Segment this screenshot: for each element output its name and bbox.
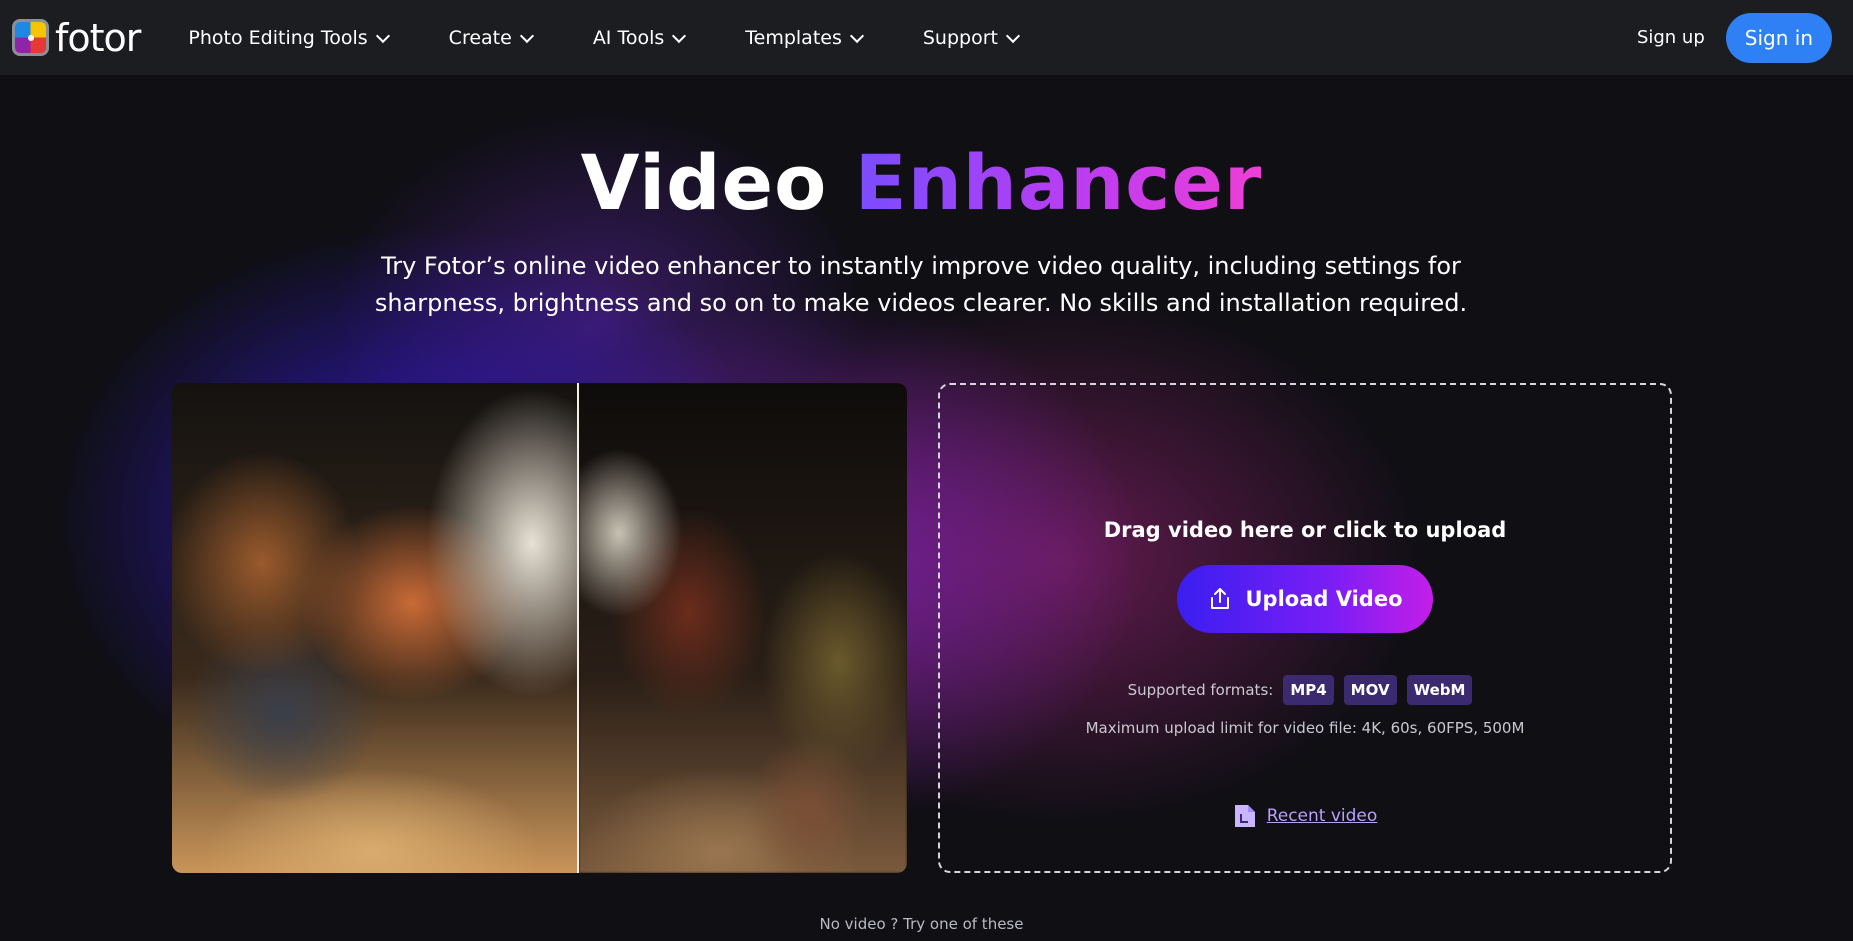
auth-actions: Sign up Sign in [1637, 12, 1832, 63]
upload-video-label: Upload Video [1245, 587, 1403, 611]
menu-label: Templates [745, 26, 842, 49]
upload-dropzone[interactable]: Drag video here or click to upload Uploa… [938, 383, 1672, 873]
fotor-logo[interactable]: fotor [12, 15, 141, 60]
format-badge-webm: WebM [1406, 675, 1473, 705]
upload-limit-text: Maximum upload limit for video file: 4K,… [1085, 719, 1525, 737]
top-navbar: fotor Photo Editing Tools Create AI Tool… [0, 0, 1853, 75]
menu-label: Photo Editing Tools [188, 26, 368, 49]
fotor-logo-icon [12, 19, 49, 56]
title-accent: Enhancer [854, 138, 1263, 227]
upload-icon [1211, 588, 1230, 609]
sign-in-button[interactable]: Sign in [1725, 12, 1832, 63]
before-after-preview[interactable] [172, 383, 907, 873]
sign-up-link[interactable]: Sign up [1637, 27, 1705, 48]
menu-support[interactable]: Support [922, 26, 1021, 49]
compare-slider-handle[interactable] [577, 383, 579, 873]
title-plain: Video [580, 138, 828, 227]
recent-video-link[interactable]: Recent video [1267, 806, 1378, 826]
supported-formats: Supported formats: MP4 MOV WebM [940, 675, 1670, 705]
chevron-down-icon [849, 28, 864, 43]
menu-photo-editing-tools[interactable]: Photo Editing Tools [188, 26, 390, 49]
format-badge-mov: MOV [1343, 675, 1397, 705]
menu-label: AI Tools [592, 26, 665, 49]
menu-label: Support [922, 26, 998, 49]
menu-create[interactable]: Create [448, 26, 534, 49]
chevron-down-icon [1005, 28, 1021, 43]
page-title: Video Enhancer [0, 138, 1843, 227]
sample-videos-hint: No video ? Try one of these [819, 915, 1024, 933]
formats-label: Supported formats: [1127, 681, 1274, 699]
format-badge-mp4: MP4 [1283, 675, 1334, 705]
menu-ai-tools[interactable]: AI Tools [592, 26, 687, 49]
document-icon [1234, 805, 1255, 827]
upload-video-button[interactable]: Upload Video [1177, 565, 1433, 633]
chevron-down-icon [672, 28, 687, 43]
menu-label: Create [448, 26, 512, 49]
chevron-down-icon [519, 28, 534, 43]
main-menu: Photo Editing Tools Create AI Tools Temp… [188, 27, 1079, 49]
original-video-frame [579, 383, 907, 873]
logo-wordmark: fotor [55, 15, 141, 60]
page-subtitle: Try Fotor’s online video enhancer to ins… [374, 252, 1468, 317]
chevron-down-icon [375, 28, 390, 43]
drag-hint: Drag video here or click to upload [1103, 518, 1507, 542]
enhanced-video-frame [172, 383, 578, 873]
menu-templates[interactable]: Templates [745, 26, 864, 49]
recent-video: Recent video [940, 803, 1670, 829]
